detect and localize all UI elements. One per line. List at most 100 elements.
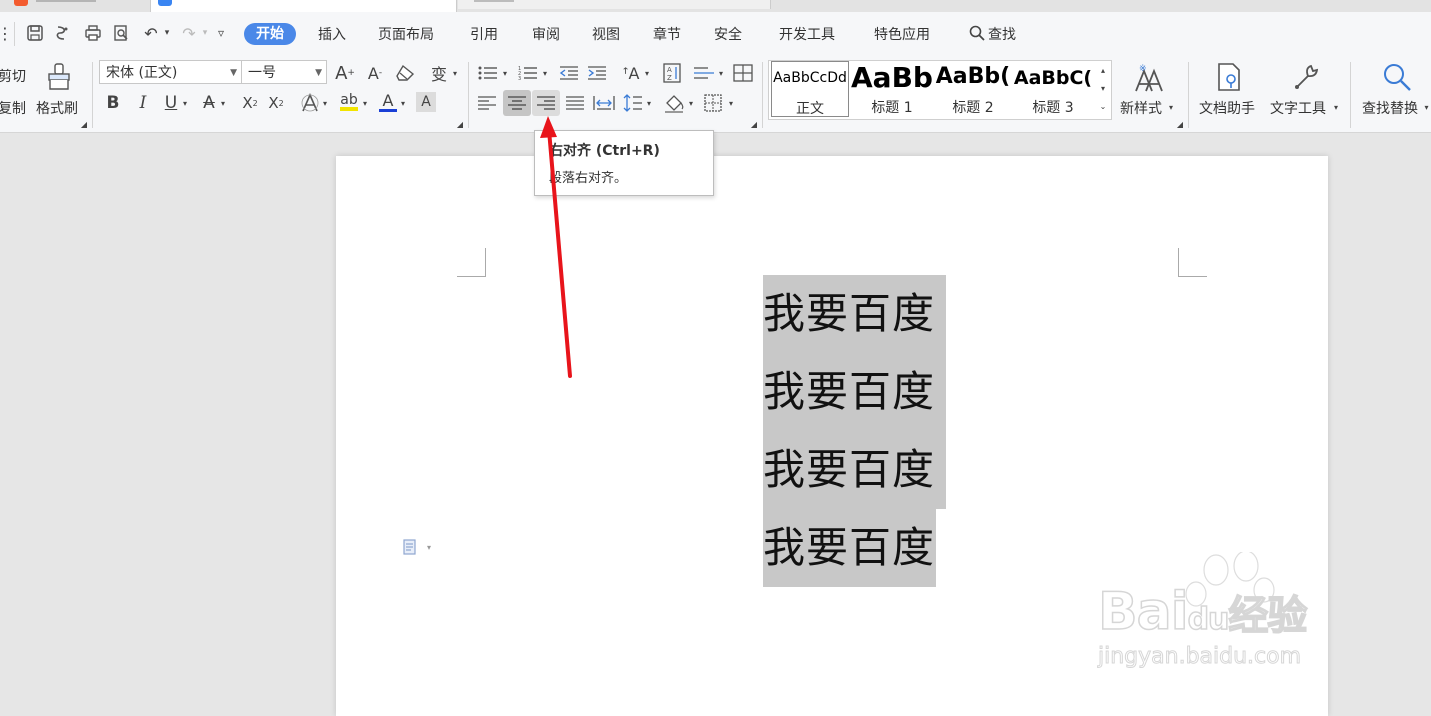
scroll-up-icon[interactable]: ▴ — [1097, 61, 1109, 79]
bullet-list-icon[interactable] — [476, 62, 500, 84]
menu-security[interactable]: 安全 — [714, 24, 742, 46]
watermark-brand-cn: 经验 — [1228, 592, 1309, 640]
change-case-icon[interactable]: ꜛA — [618, 62, 644, 84]
strikethrough-icon[interactable]: A — [200, 92, 218, 114]
menu-chapter[interactable]: 章节 — [653, 24, 681, 46]
chevron-down-icon[interactable]: ▾ — [424, 542, 434, 552]
numbered-list-icon[interactable]: 123 — [516, 62, 540, 84]
style-heading-1[interactable]: AaBb 标题 1 — [851, 61, 933, 117]
copy-button[interactable]: 复制 — [0, 98, 26, 118]
find-replace-icon[interactable] — [1380, 60, 1414, 94]
dialog-launcher-icon[interactable]: ◢ — [456, 120, 464, 129]
chevron-down-icon[interactable]: ▾ — [500, 68, 510, 78]
style-heading-3[interactable]: AaBbC( 标题 3 — [1013, 61, 1093, 117]
font-family-select[interactable]: 宋体 (正文) ▼ — [99, 60, 242, 84]
text-tools-button[interactable]: 文字工具 — [1270, 98, 1326, 118]
document-line[interactable]: 我要百度 — [763, 369, 935, 415]
menu-home[interactable]: 开始 — [244, 23, 296, 45]
sort-icon[interactable]: AZ — [660, 62, 684, 84]
line-spacing-icon[interactable] — [622, 92, 644, 114]
menu-developer[interactable]: 开发工具 — [779, 24, 835, 46]
increase-indent-icon[interactable] — [586, 62, 608, 84]
new-style-button[interactable]: 新样式 — [1120, 98, 1162, 118]
paragraph-shading-icon[interactable] — [662, 92, 686, 114]
customize-toolbar-icon[interactable]: ▿ — [210, 22, 232, 44]
menu-insert[interactable]: 插入 — [318, 24, 346, 46]
font-color-icon[interactable]: A — [378, 90, 398, 114]
distributed-align-icon[interactable] — [592, 92, 616, 114]
format-painter-button[interactable]: 格式刷 — [36, 98, 78, 118]
underline-icon[interactable]: U — [162, 92, 180, 114]
style-preview: AaBbC( — [1013, 67, 1093, 89]
chevron-down-icon[interactable]: ▾ — [642, 68, 652, 78]
phonetic-guide-icon[interactable]: 变 — [428, 62, 450, 84]
subscript-icon[interactable]: X2 — [266, 92, 286, 114]
chevron-down-icon[interactable]: ▾ — [180, 98, 190, 108]
chevron-down-icon[interactable]: ▾ — [686, 98, 696, 108]
tab-inactive[interactable] — [0, 0, 150, 8]
chevron-down-icon[interactable]: ▾ — [218, 98, 228, 108]
align-left-icon[interactable] — [476, 92, 498, 114]
doc-assistant-button[interactable]: 文档助手 — [1199, 98, 1255, 118]
menu-review[interactable]: 审阅 — [532, 24, 560, 46]
save-icon[interactable] — [24, 22, 46, 44]
dialog-launcher-icon[interactable]: ◢ — [1176, 120, 1184, 129]
menu-search-label[interactable]: 查找 — [988, 24, 1016, 46]
dialog-launcher-icon[interactable]: ◢ — [80, 120, 88, 129]
output-pdf-icon[interactable] — [52, 22, 74, 44]
expand-gallery-icon[interactable]: ⌄ — [1097, 97, 1109, 115]
borders-icon[interactable] — [702, 92, 724, 114]
tab-active[interactable] — [150, 0, 457, 12]
style-heading-2[interactable]: AaBb( 标题 2 — [933, 61, 1013, 117]
style-normal[interactable]: AaBbCcDd 正文 — [771, 61, 849, 117]
chevron-down-icon[interactable]: ▾ — [1422, 102, 1431, 112]
grow-font-icon[interactable]: A + — [334, 62, 356, 84]
document-line[interactable]: 我要百度 — [763, 291, 935, 337]
menu-page-layout[interactable]: 页面布局 — [378, 24, 434, 46]
tab-title-blurred — [36, 0, 96, 2]
new-style-icon[interactable]: ※ — [1132, 62, 1164, 94]
search-icon[interactable] — [966, 22, 988, 44]
tab-inactive-2[interactable] — [458, 0, 771, 9]
doc-assistant-icon[interactable] — [1214, 60, 1244, 94]
align-center-icon[interactable] — [503, 90, 531, 116]
italic-icon[interactable]: I — [134, 92, 152, 114]
chevron-down-icon[interactable]: ▾ — [1166, 102, 1176, 112]
format-painter-icon[interactable] — [44, 62, 74, 92]
clear-format-icon[interactable] — [394, 62, 418, 84]
menu-special-apps[interactable]: 特色应用 — [874, 24, 930, 46]
print-icon[interactable] — [82, 22, 104, 44]
chevron-down-icon[interactable]: ▾ — [726, 98, 736, 108]
show-hide-marks-icon[interactable] — [692, 62, 716, 84]
chevron-down-icon[interactable]: ▾ — [540, 68, 550, 78]
menu-view[interactable]: 视图 — [592, 24, 620, 46]
scroll-down-icon[interactable]: ▾ — [1097, 79, 1109, 97]
menu-references[interactable]: 引用 — [470, 24, 498, 46]
find-replace-button[interactable]: 查找替换 — [1362, 98, 1418, 118]
document-line[interactable]: 我要百度 — [763, 525, 935, 571]
document-line[interactable]: 我要百度 — [763, 447, 935, 493]
chevron-down-icon: ▼ — [230, 68, 237, 78]
text-effect-icon[interactable] — [300, 92, 320, 114]
table-insert-icon[interactable] — [732, 62, 754, 84]
decrease-indent-icon[interactable] — [558, 62, 580, 84]
paste-options-icon[interactable] — [401, 537, 421, 557]
highlight-color-icon[interactable]: ab — [338, 90, 360, 114]
chevron-down-icon[interactable]: ▾ — [320, 98, 330, 108]
chevron-down-icon[interactable]: ▾ — [360, 98, 370, 108]
dialog-launcher-icon[interactable]: ◢ — [750, 120, 758, 129]
bold-icon[interactable]: B — [104, 92, 122, 114]
undo-dropdown-icon[interactable]: ▾ — [156, 22, 178, 44]
chevron-down-icon[interactable]: ▾ — [716, 68, 726, 78]
font-size-select[interactable]: 一号 ▼ — [241, 60, 327, 84]
print-preview-icon[interactable] — [110, 22, 132, 44]
text-tools-icon[interactable] — [1290, 60, 1320, 94]
chevron-down-icon[interactable]: ▾ — [1331, 102, 1341, 112]
chevron-down-icon[interactable]: ▾ — [644, 98, 654, 108]
superscript-icon[interactable]: X2 — [240, 92, 260, 114]
character-shading-icon[interactable]: A — [416, 92, 436, 112]
chevron-down-icon[interactable]: ▾ — [450, 68, 460, 78]
cut-button[interactable]: 剪切 — [0, 66, 26, 86]
shrink-font-icon[interactable]: A- — [364, 62, 386, 84]
chevron-down-icon[interactable]: ▾ — [398, 98, 408, 108]
